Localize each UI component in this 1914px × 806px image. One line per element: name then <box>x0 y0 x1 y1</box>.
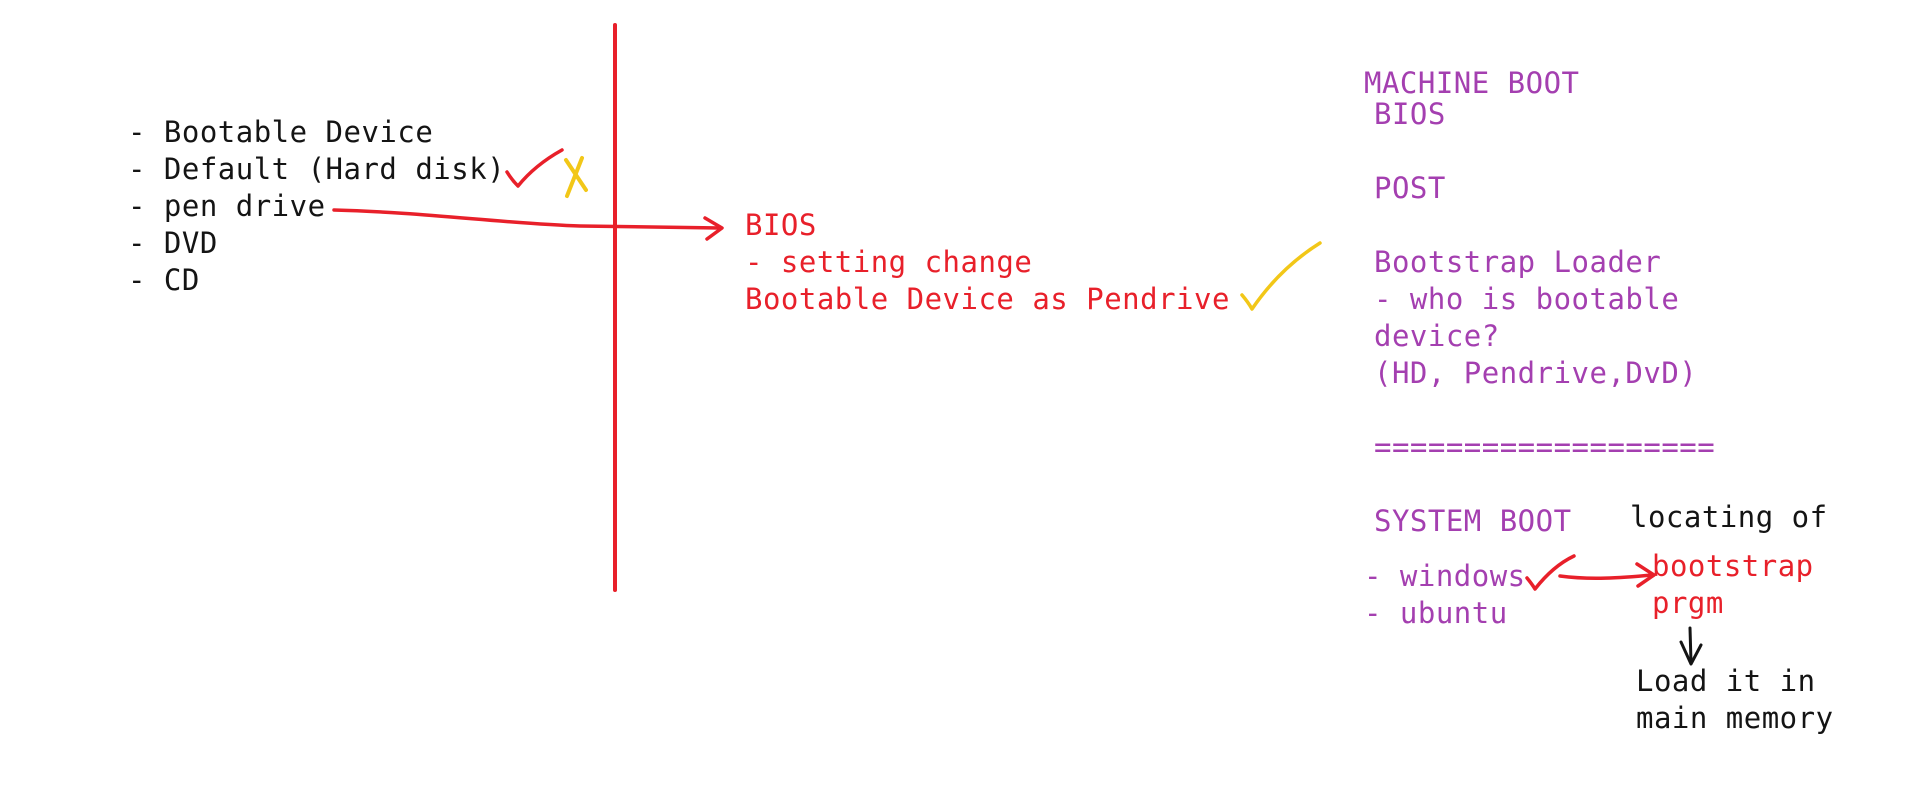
system-boot-item: - windows <box>1364 559 1526 593</box>
machine-boot-line: - who is bootable <box>1374 282 1680 316</box>
bootstrap-line: prgm <box>1652 586 1724 620</box>
list-item: - pen drive <box>128 189 326 223</box>
load-line: main memory <box>1636 701 1834 735</box>
bootstrap-line: bootstrap <box>1652 549 1814 583</box>
system-boot-item: - ubuntu <box>1364 596 1508 630</box>
machine-boot-line: BIOS <box>1374 97 1446 131</box>
machine-boot-line: Bootstrap Loader <box>1374 245 1662 279</box>
locating-label: locating of <box>1630 500 1828 534</box>
machine-boot-line: device? <box>1374 319 1500 353</box>
checkmark-icon <box>505 148 564 188</box>
machine-boot-line: (HD, Pendrive,DvD) <box>1374 356 1698 390</box>
whiteboard-canvas: - Bootable Device - Default (Hard disk) … <box>0 0 1914 806</box>
windows-to-bootstrap-arrow <box>1558 562 1656 588</box>
checkmark-icon <box>1240 241 1322 311</box>
load-line: Load it in <box>1636 664 1816 698</box>
pendrive-to-bios-arrow <box>332 208 724 241</box>
machine-boot-line: POST <box>1374 171 1446 205</box>
checkmark-icon <box>1525 554 1576 591</box>
cross-icon <box>564 156 588 198</box>
bios-note-title: BIOS <box>745 208 817 242</box>
list-item: - Bootable Device <box>128 115 434 149</box>
down-arrow-icon <box>1679 626 1703 666</box>
separator-line: =================== <box>1374 430 1716 464</box>
bios-note-line: Bootable Device as Pendrive <box>745 282 1230 316</box>
list-item: - DVD <box>128 226 218 260</box>
system-boot-title: SYSTEM BOOT <box>1374 504 1572 538</box>
bios-note-line: - setting change <box>745 245 1033 279</box>
list-item: - CD <box>128 263 200 297</box>
list-item: - Default (Hard disk) <box>128 152 506 186</box>
